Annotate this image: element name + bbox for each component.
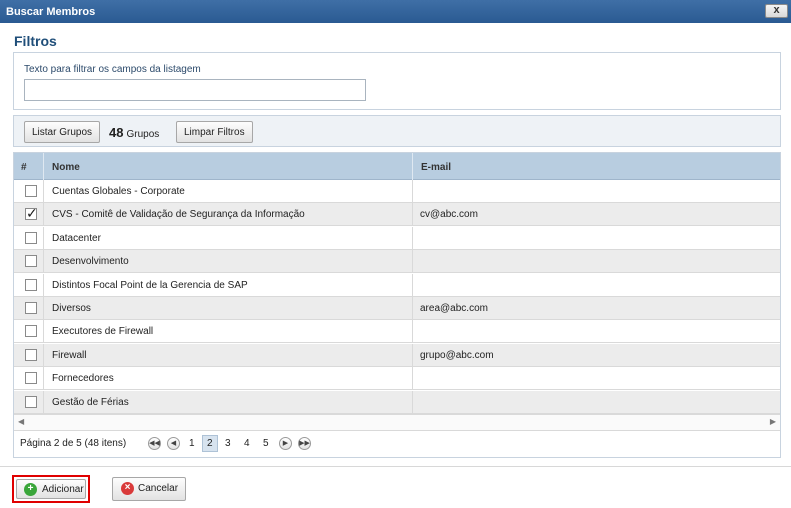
row-checkbox[interactable] <box>25 348 37 361</box>
page-link-2-current[interactable]: 2 <box>202 435 218 452</box>
row-email <box>413 180 780 203</box>
list-groups-label: Listar Grupos <box>32 127 93 138</box>
row-name: Distintos Focal Point de la Gerencia de … <box>44 273 413 297</box>
last-page-icon[interactable]: ▶▶ <box>298 437 311 450</box>
row-name: Gestão de Férias <box>44 390 413 414</box>
column-header-email[interactable]: E-mail <box>413 153 780 180</box>
row-select-cell <box>14 250 44 274</box>
row-checkbox[interactable] <box>25 372 37 385</box>
row-checkbox[interactable] <box>25 231 37 244</box>
row-checkbox[interactable] <box>25 205 38 222</box>
row-select-cell <box>14 297 44 320</box>
row-name: Fornecedores <box>44 367 413 391</box>
row-checkbox[interactable] <box>25 325 37 338</box>
pager-summary: Página 2 de 5 (48 itens) <box>20 438 127 449</box>
row-email <box>413 227 780 250</box>
groups-count: 48 Grupos <box>109 125 159 140</box>
prev-page-icon[interactable]: ◀ <box>167 437 180 450</box>
filter-input[interactable] <box>24 79 366 101</box>
groups-count-value: 48 <box>109 125 124 140</box>
row-email: grupo@abc.com <box>420 349 494 361</box>
grid-header: # Nome E-mail <box>14 153 780 180</box>
table-row[interactable]: Datacenter <box>14 226 780 250</box>
next-page-icon[interactable]: ▶ <box>279 437 292 450</box>
row-select-cell <box>14 320 44 344</box>
row-select-cell <box>14 343 44 367</box>
filter-label: Texto para filtrar os campos da listagem <box>24 64 201 75</box>
page-link-5[interactable]: 5 <box>263 438 269 449</box>
scroll-right-icon[interactable]: ▶ <box>770 417 776 426</box>
filters-title: Filtros <box>14 33 57 49</box>
row-name: Diversos <box>44 297 413 320</box>
filter-panel: Texto para filtrar os campos da listagem <box>13 52 781 110</box>
row-select-cell <box>14 180 44 203</box>
table-row[interactable]: CVS - Comitê de Validação de Segurança d… <box>14 203 780 227</box>
table-row[interactable]: Diversos area@abc.com <box>14 297 780 320</box>
horizontal-scrollbar[interactable]: ◀ ▶ <box>14 414 780 430</box>
row-email: cv@abc.com <box>420 209 478 221</box>
dialog-title: Buscar Membros <box>6 6 96 18</box>
plus-circle-icon: + <box>24 483 37 496</box>
page-link-3[interactable]: 3 <box>225 438 231 449</box>
row-name: CVS - Comitê de Validação de Segurança d… <box>44 203 413 227</box>
dialog-titlebar: Buscar Membros x <box>0 0 791 23</box>
table-row[interactable]: Executores de Firewall <box>14 320 780 344</box>
add-button-label: Adicionar <box>42 484 84 495</box>
cancel-button-label: Cancelar <box>138 483 179 494</box>
table-row[interactable]: Desenvolvimento <box>14 250 780 274</box>
add-button[interactable]: + Adicionar <box>16 479 86 499</box>
members-grid: # Nome E-mail Cuentas Globales - Corpora… <box>13 152 781 458</box>
row-name: Desenvolvimento <box>44 250 413 274</box>
row-email: area@abc.com <box>420 303 488 314</box>
row-email <box>413 391 780 414</box>
close-button[interactable]: x <box>765 4 788 18</box>
row-name: Executores de Firewall <box>44 320 413 344</box>
row-checkbox[interactable] <box>25 278 37 291</box>
row-checkbox[interactable] <box>25 255 37 268</box>
row-name: Datacenter <box>44 226 413 250</box>
column-header-select: # <box>14 153 44 180</box>
clear-filters-label: Limpar Filtros <box>184 127 245 138</box>
close-icon: x <box>773 4 780 16</box>
row-email <box>413 274 780 297</box>
list-groups-button[interactable]: Listar Grupos <box>24 121 101 143</box>
row-checkbox[interactable] <box>25 395 37 408</box>
row-name: Firewall <box>44 343 413 367</box>
footer-divider <box>0 466 791 467</box>
clear-filters-button[interactable]: Limpar Filtros <box>176 121 253 143</box>
row-checkbox[interactable] <box>25 302 37 314</box>
column-header-name[interactable]: Nome <box>44 153 413 180</box>
table-row[interactable]: Firewall grupo@abc.com <box>14 343 780 367</box>
row-name: Cuentas Globales - Corporate <box>44 180 413 203</box>
pager: Página 2 de 5 (48 itens) ◀◀ ◀ 1 2 3 4 5 … <box>14 430 780 457</box>
x-circle-icon: × <box>121 482 134 495</box>
table-row[interactable]: Gestão de Férias <box>14 390 780 414</box>
table-row[interactable]: Fornecedores <box>14 367 780 391</box>
table-row[interactable]: Cuentas Globales - Corporate <box>14 180 780 203</box>
row-select-cell <box>14 203 44 227</box>
row-select-cell <box>14 390 44 414</box>
toolbar: Listar Grupos 48 Grupos Limpar Filtros <box>13 115 781 147</box>
row-select-cell <box>14 367 44 391</box>
row-select-cell <box>14 273 44 297</box>
table-row[interactable]: Distintos Focal Point de la Gerencia de … <box>14 273 780 297</box>
row-select-cell <box>14 226 44 250</box>
page-link-4[interactable]: 4 <box>244 438 250 449</box>
row-email <box>413 367 780 390</box>
page-link-1[interactable]: 1 <box>189 438 195 449</box>
scroll-left-icon[interactable]: ◀ <box>18 417 24 426</box>
groups-count-unit: Grupos <box>126 129 160 140</box>
row-email <box>413 320 780 343</box>
add-button-highlight: + Adicionar <box>12 475 90 503</box>
first-page-icon[interactable]: ◀◀ <box>148 437 161 450</box>
row-email <box>413 250 780 273</box>
row-checkbox[interactable] <box>25 185 37 197</box>
cancel-button[interactable]: × Cancelar <box>112 477 186 501</box>
